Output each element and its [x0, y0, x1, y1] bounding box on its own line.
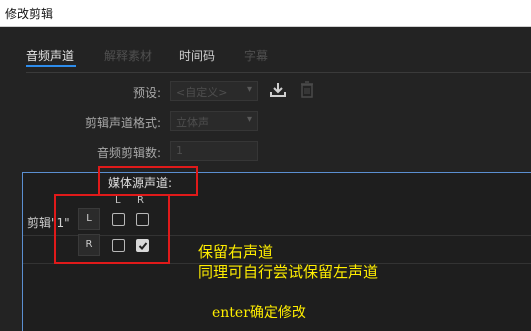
- checkbox-R-to-R[interactable]: [136, 239, 149, 252]
- clip-channel-format-label: 剪辑声道格式:: [84, 116, 161, 130]
- clip-channel-format-select[interactable]: 立体声 ▾: [170, 111, 258, 131]
- media-source-channels-header: 媒体源声道:: [108, 176, 173, 190]
- tab-divider: [26, 72, 531, 73]
- annotation-try-left: 同理可自行尝试保留左声道: [198, 263, 379, 281]
- audio-clip-count-input[interactable]: 1: [170, 141, 258, 161]
- preset-select-value: <自定义>: [176, 86, 228, 99]
- audio-clip-count-label: 音频剪辑数:: [96, 146, 161, 160]
- preset-label: 预设:: [132, 86, 161, 100]
- tab-timecode[interactable]: 时间码: [179, 47, 215, 64]
- tab-audio-channels[interactable]: 音频声道: [26, 47, 74, 64]
- clip-name-label: 剪辑"1": [27, 216, 70, 230]
- annotation-keep-right: 保留右声道: [198, 243, 274, 261]
- active-tab-indicator: [26, 65, 76, 67]
- delete-preset-icon[interactable]: [300, 81, 314, 98]
- modify-clip-dialog: 音频声道 解释素材 时间码 字幕 预设: <自定义> ▾ 剪辑声道格式: 立体声…: [0, 27, 531, 331]
- column-right-label: R: [137, 195, 144, 206]
- row-left-label: L: [78, 208, 100, 230]
- tab-captions[interactable]: 字幕: [244, 47, 268, 64]
- annotation-enter-confirm: enter确定修改: [212, 305, 306, 321]
- window-title: 修改剪辑: [5, 7, 54, 21]
- checkmark-icon: [138, 242, 148, 250]
- checkbox-L-to-R[interactable]: [136, 213, 149, 226]
- preset-select[interactable]: <自定义> ▾: [170, 81, 258, 101]
- save-preset-icon[interactable]: [269, 82, 287, 98]
- tab-interpret-footage[interactable]: 解释素材: [104, 47, 152, 64]
- row-right-label: R: [78, 234, 100, 256]
- column-left-label: L: [115, 195, 121, 206]
- clip-channel-format-value: 立体声: [176, 116, 209, 129]
- chevron-down-icon: ▾: [246, 114, 252, 125]
- checkbox-L-to-L[interactable]: [112, 213, 125, 226]
- checkbox-R-to-L[interactable]: [112, 239, 125, 252]
- audio-clip-count-value: 1: [176, 144, 183, 157]
- title-bar: 修改剪辑: [0, 0, 531, 27]
- chevron-down-icon: ▾: [246, 84, 252, 95]
